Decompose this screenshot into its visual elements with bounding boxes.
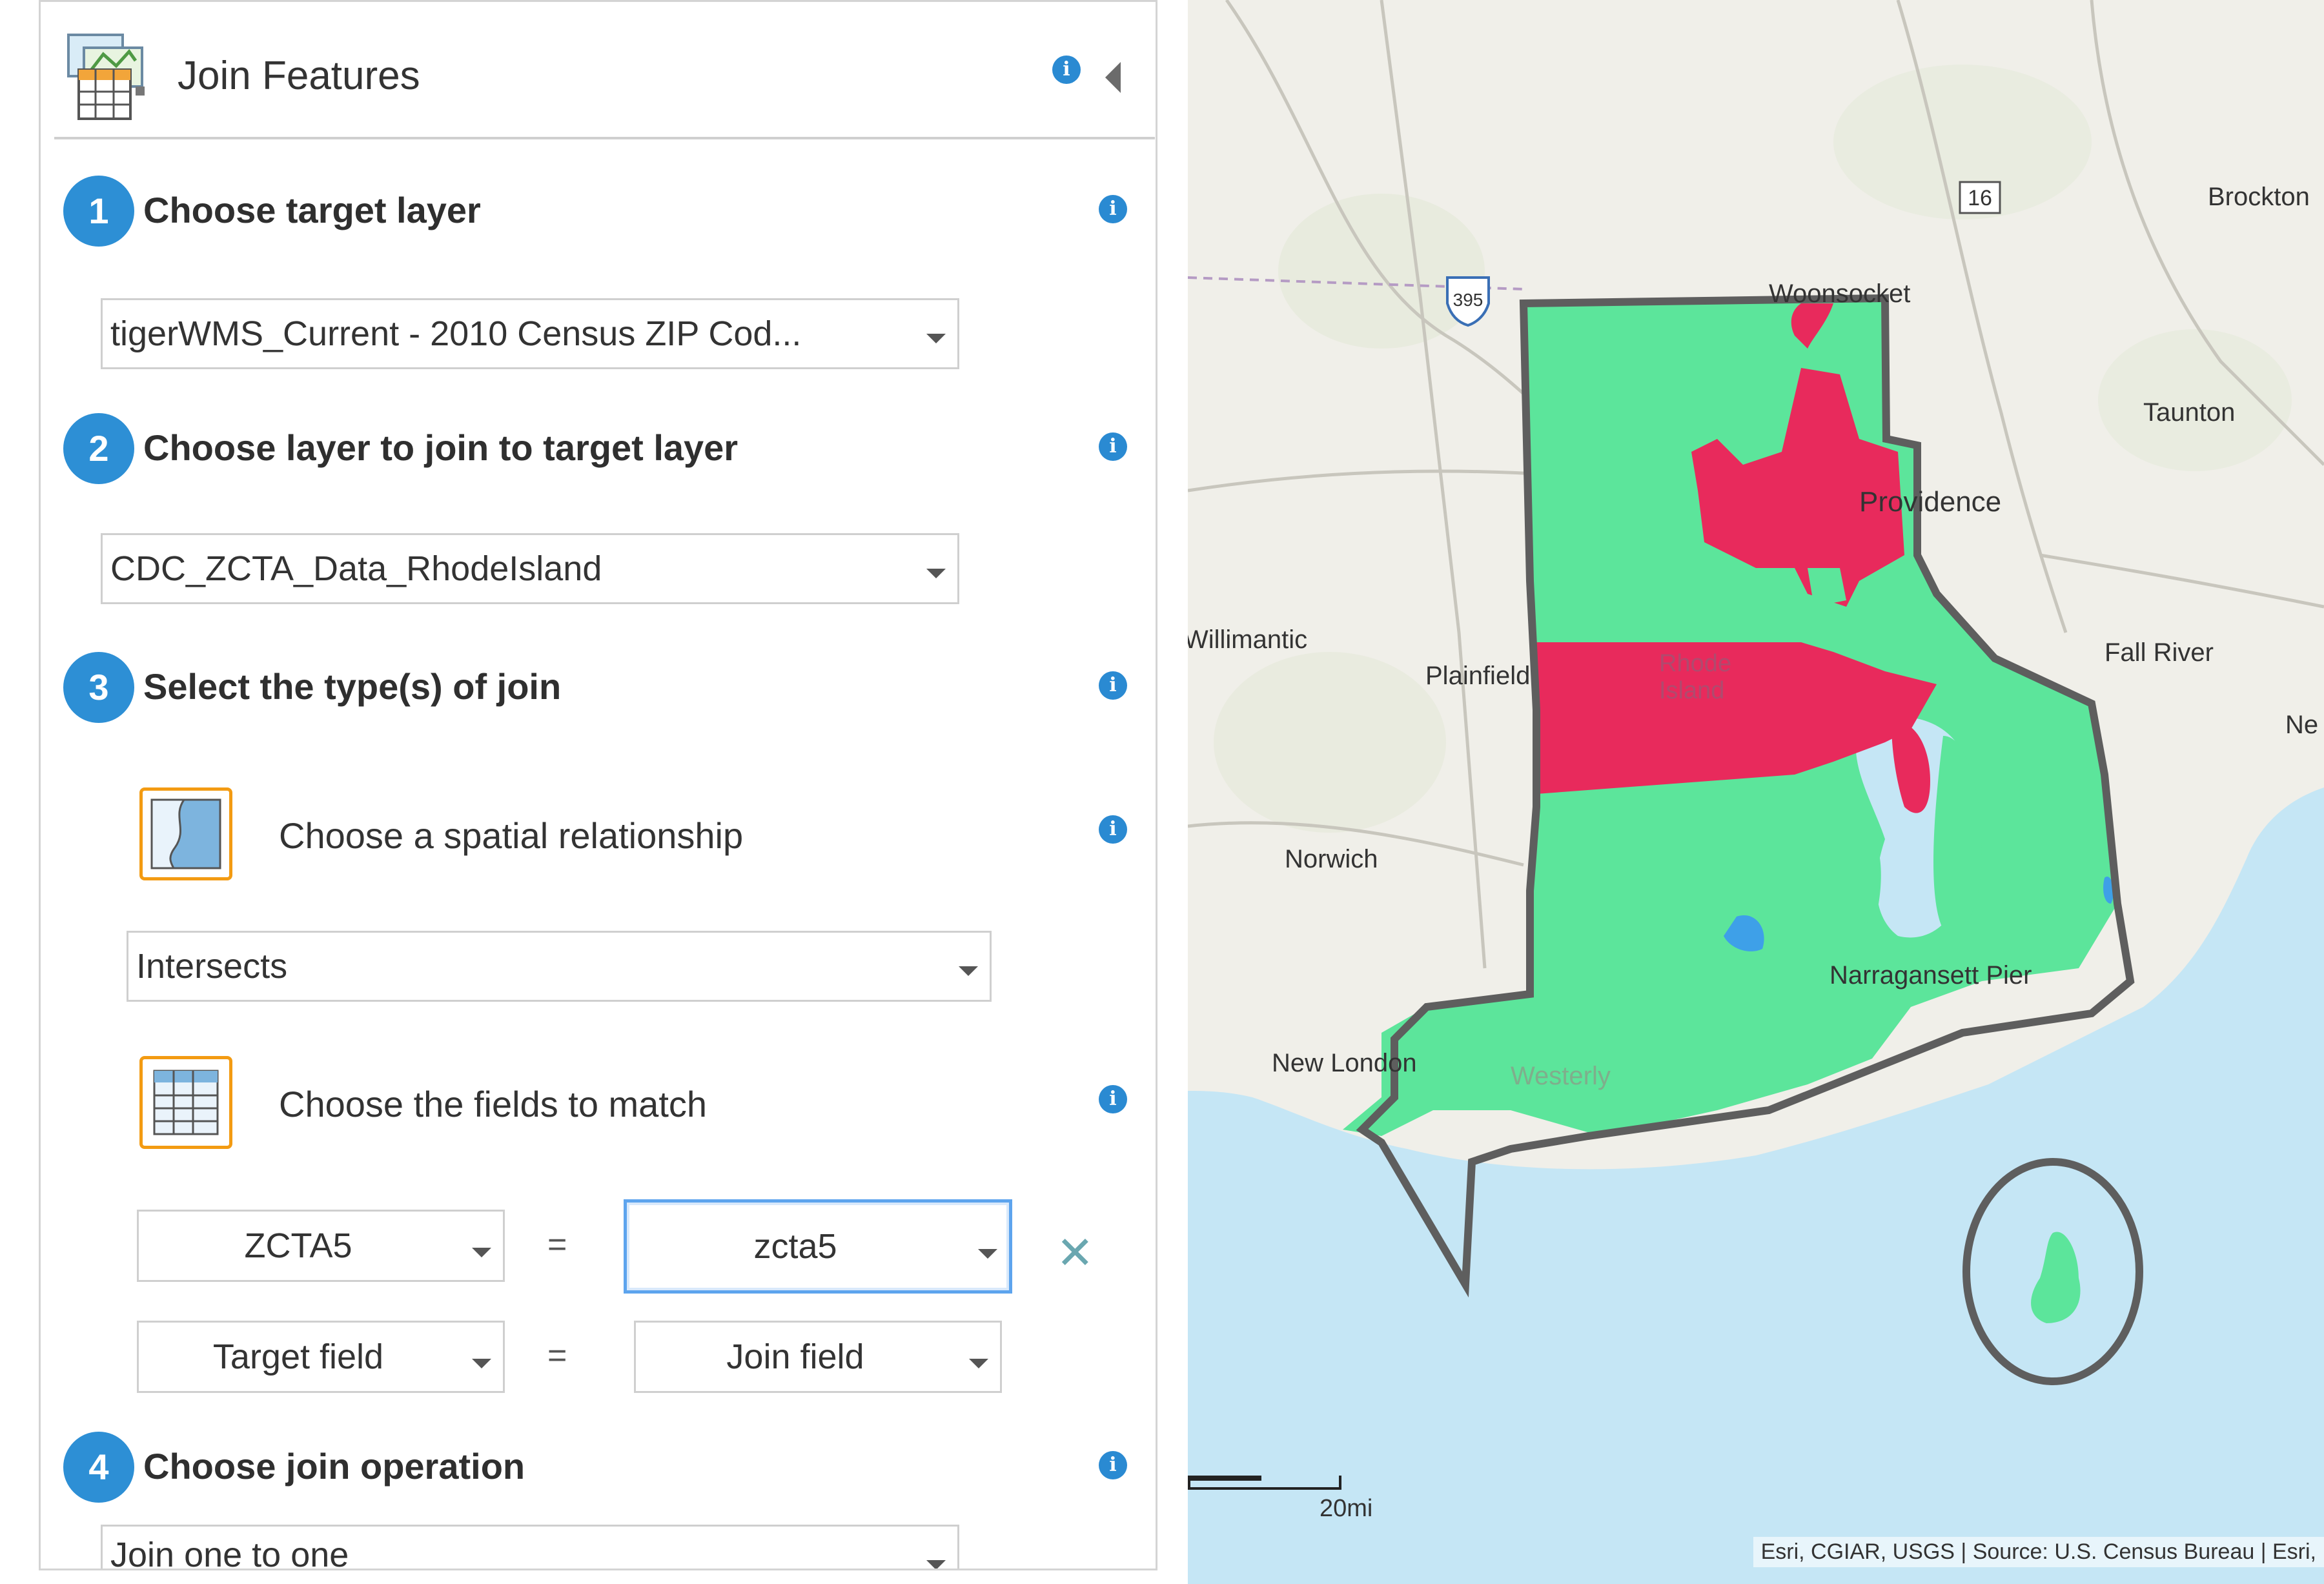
route-16-shield: 16 xyxy=(1959,181,2001,214)
panel-bottom-mask xyxy=(39,1569,1157,1584)
step-2-info-icon[interactable]: i xyxy=(1099,432,1127,461)
join-features-icon xyxy=(65,32,155,123)
join-field-select[interactable]: zcta5 xyxy=(624,1199,1012,1294)
step-1-label: Choose target layer xyxy=(143,190,481,230)
scale-label: 20mi xyxy=(1320,1495,1373,1522)
step-3-info-icon[interactable]: i xyxy=(1099,671,1127,700)
chevron-down-icon xyxy=(926,569,946,578)
spatial-relationship-label: Choose a spatial relationship xyxy=(279,815,744,856)
equals-sign: = xyxy=(547,1337,567,1374)
target-field-placeholder: Target field xyxy=(212,1337,384,1376)
step-2-badge: 2 xyxy=(63,413,134,484)
chevron-down-icon xyxy=(969,1359,988,1368)
map-label-taunton: Taunton xyxy=(2143,398,2235,427)
join-layer-value: CDC_ZCTA_Data_RhodeIsland xyxy=(110,549,602,588)
map-attribution[interactable]: Esri, CGIAR, USGS | Source: U.S. Census … xyxy=(1753,1537,2324,1567)
spatial-info-icon[interactable]: i xyxy=(1099,815,1127,844)
map-label-ne: Ne xyxy=(2285,711,2318,739)
panel-title: Join Features xyxy=(178,54,420,98)
block-island xyxy=(2031,1232,2081,1323)
map-label-narragansett: Narragansett Pier xyxy=(1830,961,2032,990)
info-icon[interactable]: i xyxy=(1052,56,1081,84)
table-fields-icon[interactable] xyxy=(139,1056,232,1149)
map-canvas[interactable]: 16 395 Brockton Woonsocket Taunton Provi… xyxy=(1188,0,2324,1584)
join-features-panel: Join Features i 1 Choose target layer i … xyxy=(0,0,1175,1584)
panel-top-border xyxy=(39,0,1157,2)
interstate-395-label: 395 xyxy=(1453,290,1483,310)
green-pocket xyxy=(1808,568,1846,607)
panel-right-border xyxy=(1156,0,1157,1584)
map-label-norwich: Norwich xyxy=(1285,845,1378,873)
step-1-info-icon[interactable]: i xyxy=(1099,195,1127,223)
map-label-rhode: Rhode xyxy=(1659,650,1731,677)
map-label-plainfield: Plainfield xyxy=(1425,662,1530,690)
join-field-value: zcta5 xyxy=(753,1227,837,1266)
fields-match-label: Choose the fields to match xyxy=(279,1084,708,1124)
scale-bar-fill xyxy=(1190,1476,1261,1481)
spatial-relationship-value: Intersects xyxy=(136,947,288,986)
panel-bottom-border xyxy=(39,1569,1157,1570)
step-4-label: Choose join operation xyxy=(143,1446,525,1487)
map-label-woonsocket: Woonsocket xyxy=(1769,279,1910,308)
collapse-panel-icon[interactable] xyxy=(1105,62,1121,93)
spatial-relationship-select[interactable]: Intersects xyxy=(127,931,992,1002)
target-field-value: ZCTA5 xyxy=(244,1226,352,1265)
panel-left-border xyxy=(39,0,41,1584)
join-field-placeholder: Join field xyxy=(726,1337,864,1376)
target-field-select-empty[interactable]: Target field xyxy=(137,1321,505,1393)
join-layer-select[interactable]: CDC_ZCTA_Data_RhodeIsland xyxy=(101,533,959,604)
target-layer-value: tigerWMS_Current - 2010 Census ZIP Cod..… xyxy=(110,314,802,353)
map-label-new-london: New London xyxy=(1272,1049,1417,1077)
route-16-label: 16 xyxy=(1968,186,1992,210)
step-3-badge: 3 xyxy=(63,652,134,723)
map-label-island: Island xyxy=(1659,677,1724,704)
chevron-down-icon xyxy=(472,1248,491,1257)
map-label-fall-river: Fall River xyxy=(2105,638,2214,667)
map-label-brockton: Brockton xyxy=(2208,183,2310,211)
step-3-label: Select the type(s) of join xyxy=(143,666,562,707)
map-label-providence: Providence xyxy=(1859,486,2001,518)
scale-bar xyxy=(1188,1476,1341,1490)
step-1-badge: 1 xyxy=(63,176,134,247)
equals-sign: = xyxy=(547,1226,567,1263)
step-4-info-icon[interactable]: i xyxy=(1099,1451,1127,1479)
join-field-select-empty[interactable]: Join field xyxy=(634,1321,1002,1393)
step-4-badge: 4 xyxy=(63,1432,134,1503)
map-view[interactable]: 16 395 Brockton Woonsocket Taunton Provi… xyxy=(1188,0,2324,1584)
target-layer-select[interactable]: tigerWMS_Current - 2010 Census ZIP Cod..… xyxy=(101,298,959,369)
map-label-westerly: Westerly xyxy=(1511,1062,1611,1090)
fields-info-icon[interactable]: i xyxy=(1099,1085,1127,1113)
chevron-down-icon xyxy=(926,334,946,343)
step-2-label: Choose layer to join to target layer xyxy=(143,427,739,468)
chevron-down-icon xyxy=(978,1249,997,1259)
close-icon[interactable]: ✕ xyxy=(1056,1226,1094,1279)
header-divider xyxy=(54,137,1155,139)
spatial-relationship-icon[interactable] xyxy=(139,787,232,880)
chevron-down-icon xyxy=(959,966,978,976)
chevron-down-icon xyxy=(472,1359,491,1368)
map-label-willimantic: Willimantic xyxy=(1188,625,1307,654)
target-field-select[interactable]: ZCTA5 xyxy=(137,1210,505,1282)
